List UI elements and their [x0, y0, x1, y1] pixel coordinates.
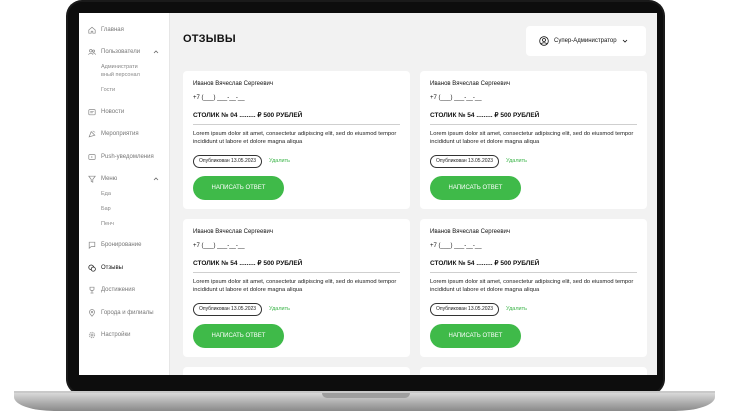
- divider: [430, 272, 637, 273]
- published-badge: Опубликован 13.05.2023: [193, 155, 263, 168]
- published-badge: Опубликован 13.05.2023: [430, 155, 500, 168]
- booking-icon: [88, 241, 96, 249]
- sidebar-subitem-guests[interactable]: Гости: [101, 86, 115, 94]
- published-badge: Опубликован 13.05.2023: [430, 303, 500, 316]
- reviewer-name: Иванов Вячеслав Сергеевич: [430, 81, 511, 87]
- sidebar-subitem-label: Администрати: [101, 64, 138, 70]
- sidebar-item-booking[interactable]: Бронирование: [88, 241, 141, 249]
- review-card: Иванов Вячеслав Сергеевич +7 (___) ___-_…: [420, 219, 647, 357]
- location-icon: [88, 309, 96, 317]
- review-text: Lorem ipsum dolor sit amet, consectetur …: [193, 279, 397, 293]
- sidebar-subitem-bar[interactable]: Бар: [101, 205, 111, 213]
- trophy-icon: [88, 286, 96, 294]
- user-role-dropdown[interactable]: Супер-Администратор: [526, 26, 646, 56]
- table-and-amount: СТОЛИК № 54 ......... ₽ 500 РУБЛЕЙ: [430, 260, 540, 267]
- event-icon: [88, 130, 96, 138]
- push-icon: [88, 153, 96, 161]
- sidebar-item-push[interactable]: Push-уведомления: [88, 153, 154, 161]
- sidebar-item-label: Бронирование: [101, 242, 142, 248]
- page-title: ОТЗЫВЫ: [183, 33, 236, 45]
- sidebar-item-label: Пользователи: [101, 49, 141, 55]
- reply-button[interactable]: НАПИСАТЬ ОТВЕТ: [193, 176, 284, 200]
- sidebar-subitem-food[interactable]: Еда: [101, 190, 111, 198]
- sidebar-item-users[interactable]: Пользователи: [88, 48, 140, 56]
- sidebar-item-label: Новости: [101, 109, 125, 115]
- reviewer-name: Иванов Вячеслав Сергеевич: [193, 229, 274, 235]
- reply-button[interactable]: НАПИСАТЬ ОТВЕТ: [430, 324, 521, 348]
- table-and-amount: СТОЛИК № 54 ......... ₽ 500 РУБЛЕЙ: [193, 260, 303, 267]
- sidebar-item-label: Главная: [101, 27, 124, 33]
- reviewer-phone: +7 (___) ___-__-__: [430, 243, 482, 249]
- reviewer-name: Иванов Вячеслав Сергеевич: [430, 229, 511, 235]
- sidebar-item-reviews[interactable]: Отзывы: [88, 264, 123, 272]
- sidebar-item-label: Настройки: [101, 332, 131, 338]
- reviewer-phone: +7 (___) ___-__-__: [193, 243, 245, 249]
- user-role-label: Супер-Администратор: [554, 38, 617, 44]
- sidebar-item-label: Push-уведомления: [101, 154, 154, 160]
- sidebar-subitem-admin-staff[interactable]: Администрати вный персонал: [101, 63, 140, 79]
- reviews-icon: [88, 264, 96, 272]
- published-badge: Опубликован 13.05.2023: [193, 303, 263, 316]
- review-text: Lorem ipsum dolor sit amet, consectetur …: [193, 131, 397, 145]
- table-and-amount: СТОЛИК № 54 ......... ₽ 500 РУБЛЕЙ: [430, 112, 540, 119]
- divider: [193, 124, 400, 125]
- reviewer-phone: +7 (___) ___-__-__: [430, 95, 482, 101]
- sidebar-item-label: Города и филиалы: [101, 310, 154, 316]
- review-card-partial: [420, 367, 647, 375]
- chevron-down-icon: [622, 39, 627, 43]
- sidebar: Главная Пользователи Администрати вный п…: [79, 13, 170, 375]
- chevron-up-icon[interactable]: [153, 49, 159, 55]
- user-avatar-icon: [539, 36, 549, 46]
- sidebar-item-menu[interactable]: Меню: [88, 175, 117, 183]
- sidebar-item-label: Мероприятия: [101, 131, 139, 137]
- sidebar-item-news[interactable]: Новости: [88, 108, 124, 116]
- sidebar-item-home[interactable]: Главная: [88, 26, 124, 34]
- sidebar-item-cities[interactable]: Города и филиалы: [88, 309, 154, 317]
- home-icon: [88, 26, 96, 34]
- filter-icon: [88, 175, 96, 183]
- review-card-partial: [183, 367, 410, 375]
- reviewer-phone: +7 (___) ___-__-__: [193, 95, 245, 101]
- laptop-notch: [322, 393, 410, 398]
- users-icon: [88, 48, 96, 56]
- sidebar-subitem-pench[interactable]: Пенч: [101, 220, 114, 228]
- sidebar-item-label: Меню: [101, 176, 118, 182]
- sidebar-item-settings[interactable]: Настройки: [88, 331, 130, 339]
- sidebar-item-achievements[interactable]: Достижения: [88, 286, 135, 294]
- reply-button[interactable]: НАПИСАТЬ ОТВЕТ: [430, 176, 521, 200]
- review-card: Иванов Вячеслав Сергеевич +7 (___) ___-_…: [183, 219, 410, 357]
- delete-link[interactable]: Удалить: [506, 304, 527, 314]
- sidebar-item-label: Достижения: [101, 287, 135, 293]
- review-card: Иванов Вячеслав Сергеевич +7 (___) ___-_…: [183, 71, 410, 209]
- chevron-up-icon[interactable]: [153, 176, 159, 182]
- delete-link[interactable]: Удалить: [506, 156, 527, 166]
- divider: [193, 272, 400, 273]
- review-text: Lorem ipsum dolor sit amet, consectetur …: [430, 279, 634, 293]
- divider: [430, 124, 637, 125]
- review-card: Иванов Вячеслав Сергеевич +7 (___) ___-_…: [420, 71, 647, 209]
- sidebar-subitem-label: вный персонал: [101, 72, 140, 78]
- app-screen: Главная Пользователи Администрати вный п…: [79, 13, 657, 375]
- sidebar-item-label: Отзывы: [101, 265, 123, 271]
- review-text: Lorem ipsum dolor sit amet, consectetur …: [430, 131, 634, 145]
- reviewer-name: Иванов Вячеслав Сергеевич: [193, 81, 274, 87]
- settings-icon: [88, 331, 96, 339]
- reply-button[interactable]: НАПИСАТЬ ОТВЕТ: [193, 324, 284, 348]
- delete-link[interactable]: Удалить: [269, 156, 290, 166]
- sidebar-item-events[interactable]: Мероприятия: [88, 130, 139, 138]
- delete-link[interactable]: Удалить: [269, 304, 290, 314]
- table-and-amount: СТОЛИК № 04 ......... ₽ 500 РУБЛЕЙ: [193, 112, 303, 119]
- news-icon: [88, 108, 96, 116]
